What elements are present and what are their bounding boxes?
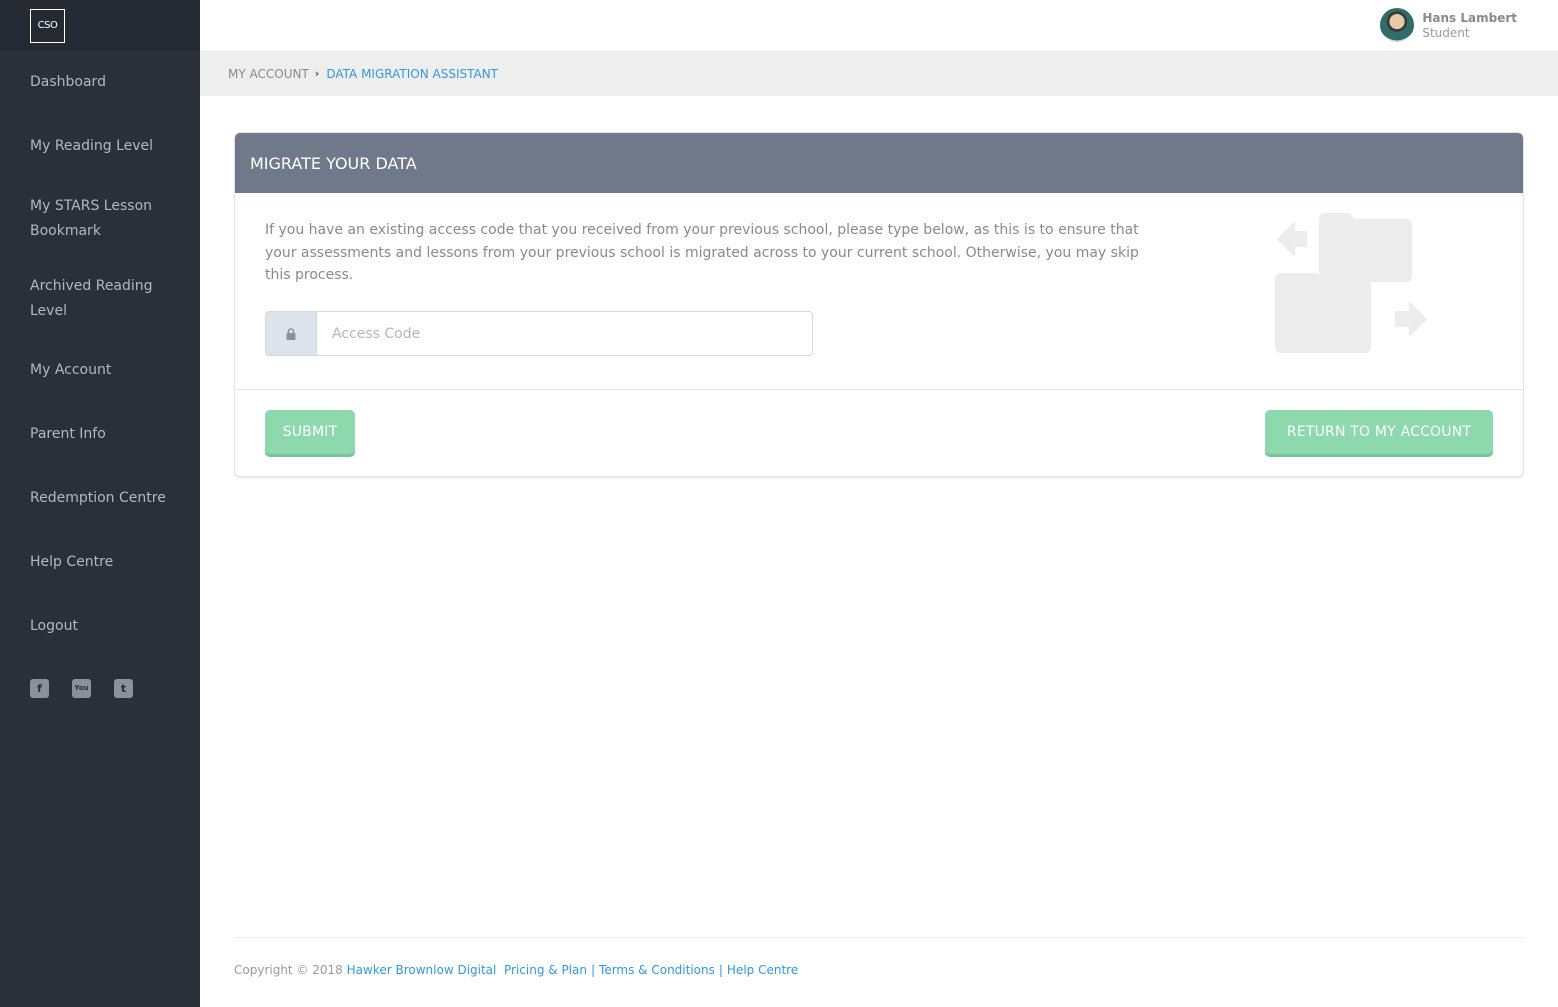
footer-divider [234,937,1524,938]
breadcrumb: MY ACCOUNT › DATA MIGRATION ASSISTANT [200,51,1558,96]
lock-icon [265,311,317,356]
sidebar-item-parent-info[interactable]: Parent Info [30,422,190,447]
card-title: MIGRATE YOUR DATA [235,133,1523,193]
chevron-right-icon: › [314,67,320,80]
return-to-account-button[interactable]: RETURN TO MY ACCOUNT [1265,410,1493,454]
user-info: Hans Lambert Student [1422,10,1517,41]
footer-help-centre-link[interactable]: Help Centre [727,963,798,977]
sidebar-item-logout[interactable]: Logout [30,614,190,639]
user-menu[interactable]: Hans Lambert Student [1380,8,1517,42]
sidebar-item-archived-reading-level[interactable]: Archived Reading Level [30,274,190,324]
sidebar-item-stars-lesson-bookmark[interactable]: My STARS Lesson Bookmark [30,194,190,244]
terms-conditions-link[interactable]: Terms & Conditions [599,963,715,977]
logo[interactable]: CSO [30,8,65,43]
sidebar-item-help-centre[interactable]: Help Centre [30,550,190,575]
data-transfer-icon [1275,213,1427,353]
twitter-icon[interactable]: t [114,679,133,698]
sidebar-item-my-reading-level[interactable]: My Reading Level [30,134,190,159]
top-header: Hans Lambert Student [200,0,1558,51]
sidebar: CSO Dashboard My Reading Level My STARS … [0,0,200,1007]
facebook-icon[interactable]: f [30,679,49,698]
access-code-input[interactable] [317,311,813,356]
social-links: f You t [30,679,133,698]
card-footer: SUBMIT RETURN TO MY ACCOUNT [235,390,1523,476]
page-footer: Copyright © 2018 Hawker Brownlow Digital… [234,963,798,977]
sidebar-item-redemption-centre[interactable]: Redemption Centre [30,486,190,511]
pricing-plan-link[interactable]: Pricing & Plan [504,963,587,977]
card-body: If you have an existing access code that… [235,193,1523,390]
access-code-group [265,311,813,356]
sidebar-item-dashboard[interactable]: Dashboard [30,70,190,95]
user-role: Student [1422,25,1470,40]
company-link[interactable]: Hawker Brownlow Digital [347,963,497,977]
avatar[interactable] [1380,8,1415,42]
migrate-card: MIGRATE YOUR DATA If you have an existin… [234,132,1524,477]
breadcrumb-my-account[interactable]: MY ACCOUNT [228,67,309,81]
copyright-text: Copyright © 2018 [234,963,343,977]
footer-separator: | [590,963,596,977]
submit-button[interactable]: SUBMIT [265,410,355,454]
logo-bar: CSO [0,0,200,51]
breadcrumb-current[interactable]: DATA MIGRATION ASSISTANT [326,67,498,81]
intro-text: If you have an existing access code that… [265,222,1139,283]
footer-separator: | [718,963,723,977]
user-name: Hans Lambert [1422,10,1517,25]
sidebar-item-my-account[interactable]: My Account [30,358,190,383]
youtube-icon[interactable]: You [72,679,91,698]
